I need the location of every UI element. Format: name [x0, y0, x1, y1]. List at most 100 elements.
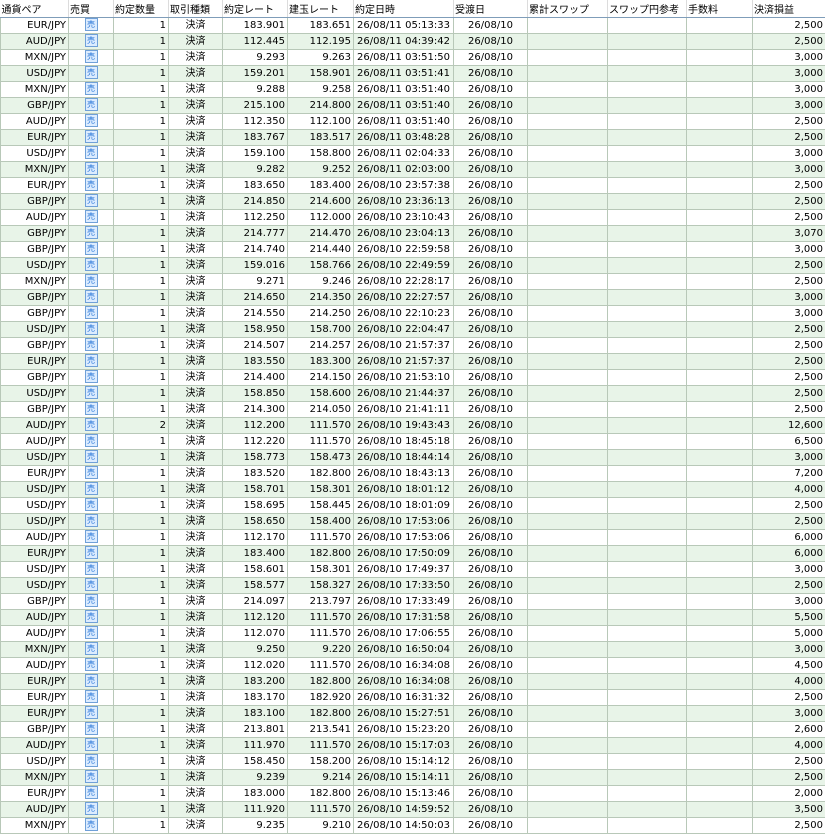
table-row[interactable]: AUD/JPY 売 2 決済 112.200 111.570 26/08/10 19:43:… — [0, 417, 825, 434]
table-row[interactable]: EUR/JPY 売 1 決済 183.767 183.517 26/08/11 03:48:… — [0, 129, 825, 146]
table-row[interactable]: GBP/JPY 売 1 決済 214.550 214.250 26/08/10 22:10:… — [0, 305, 825, 322]
table-row[interactable]: USD/JPY 売 1 決済 158.950 158.700 26/08/10 22:04:… — [0, 321, 825, 338]
table-row[interactable]: GBP/JPY 売 1 決済 214.300 214.050 26/08/10 21:41:… — [0, 401, 825, 418]
table-row[interactable]: USD/JPY 売 1 決済 158.650 158.400 26/08/10 17:53:… — [0, 513, 825, 530]
cell-settlement-date: 26/08/10 — [453, 529, 528, 546]
col-currency-pair[interactable]: 通貨ペア — [0, 0, 69, 18]
col-settlement-date[interactable]: 受渡日 — [453, 0, 528, 18]
cell-settlement-date: 26/08/10 — [453, 481, 528, 498]
table-row[interactable]: GBP/JPY 売 1 決済 214.777 214.470 26/08/10 23:04:… — [0, 225, 825, 242]
col-exec-rate[interactable]: 約定レート — [222, 0, 288, 18]
table-row[interactable]: AUD/JPY 売 1 決済 112.020 111.570 26/08/10 16:34:… — [0, 657, 825, 674]
table-row[interactable]: USD/JPY 売 1 決済 159.016 158.766 26/08/10 22:49:… — [0, 257, 825, 274]
cell-currency-pair: EUR/JPY — [0, 129, 69, 146]
cell-exec-datetime: 26/08/10 17:50:09 — [353, 545, 454, 562]
cell-side: 売 — [68, 513, 114, 530]
col-exec-datetime[interactable]: 約定日時 — [353, 0, 454, 18]
sell-badge: 売 — [84, 770, 98, 784]
cell-trade-type: 決済 — [168, 321, 223, 338]
col-side[interactable]: 売買 — [68, 0, 114, 18]
table-row[interactable]: EUR/JPY 売 1 決済 183.000 182.800 26/08/10 15:13:… — [0, 785, 825, 802]
col-trade-type[interactable]: 取引種類 — [168, 0, 223, 18]
table-row[interactable]: GBP/JPY 売 1 決済 214.507 214.257 26/08/10 21:57:… — [0, 337, 825, 354]
cell-settlement-date: 26/08/10 — [453, 17, 528, 34]
cell-settlement-date: 26/08/10 — [453, 449, 528, 466]
cell-side: 売 — [68, 17, 114, 34]
table-row[interactable]: USD/JPY 売 1 決済 159.100 158.800 26/08/11 02:04:… — [0, 145, 825, 162]
table-row[interactable]: GBP/JPY 売 1 決済 213.801 213.541 26/08/10 15:23:… — [0, 721, 825, 738]
col-quantity[interactable]: 約定数量 — [113, 0, 169, 18]
col-swap-yen-ref[interactable]: スワップ円参考 — [607, 0, 687, 18]
col-cumulative-swap[interactable]: 累計スワップ — [527, 0, 608, 18]
table-row[interactable]: AUD/JPY 売 1 決済 112.250 112.000 26/08/10 23:10:… — [0, 209, 825, 226]
table-row[interactable]: MXN/JPY 売 1 決済 9.293 9.263 26/08/11 03:51:50 26… — [0, 49, 825, 66]
table-row[interactable]: MXN/JPY 売 1 決済 9.288 9.258 26/08/11 03:51:40 26… — [0, 81, 825, 98]
cell-exec-datetime: 26/08/10 21:57:37 — [353, 337, 454, 354]
table-row[interactable]: USD/JPY 売 1 決済 159.201 158.901 26/08/11 03:51:… — [0, 65, 825, 82]
table-row[interactable]: USD/JPY 売 1 決済 158.601 158.301 26/08/10 17:49:… — [0, 561, 825, 578]
col-fee[interactable]: 手数料 — [686, 0, 753, 18]
table-row[interactable]: AUD/JPY 売 1 決済 111.970 111.570 26/08/10 15:17:… — [0, 737, 825, 754]
cell-swap-yen-ref — [607, 673, 687, 690]
cell-settlement-date: 26/08/10 — [453, 81, 528, 98]
table-row[interactable]: AUD/JPY 売 1 決済 112.445 112.195 26/08/11 04:39:… — [0, 33, 825, 50]
cell-cumulative-swap — [527, 33, 608, 50]
table-row[interactable]: EUR/JPY 売 1 決済 183.550 183.300 26/08/10 21:57:… — [0, 353, 825, 370]
table-row[interactable]: GBP/JPY 売 1 決済 214.850 214.600 26/08/10 23:36:… — [0, 193, 825, 210]
cell-settlement-date: 26/08/10 — [453, 497, 528, 514]
cell-swap-yen-ref — [607, 705, 687, 722]
table-row[interactable]: USD/JPY 売 1 決済 158.450 158.200 26/08/10 15:14:… — [0, 753, 825, 770]
table-row[interactable]: EUR/JPY 売 1 決済 183.520 182.800 26/08/10 18:43:… — [0, 465, 825, 482]
table-row[interactable]: USD/JPY 売 1 決済 158.695 158.445 26/08/10 18:01:… — [0, 497, 825, 514]
table-row[interactable]: MXN/JPY 売 1 決済 9.235 9.210 26/08/10 14:50:03 26… — [0, 817, 825, 834]
cell-settlement-date: 26/08/10 — [453, 161, 528, 178]
cell-pnl: 2,500 — [752, 321, 825, 338]
cell-exec-datetime: 26/08/11 03:51:40 — [353, 97, 454, 114]
table-row[interactable]: EUR/JPY 売 1 決済 183.170 182.920 26/08/10 16:31:… — [0, 689, 825, 706]
sell-badge: 売 — [84, 482, 98, 496]
table-row[interactable]: EUR/JPY 売 1 決済 183.901 183.651 26/08/11 05:13:… — [0, 17, 825, 34]
table-row[interactable]: AUD/JPY 売 1 決済 112.170 111.570 26/08/10 17:53:… — [0, 529, 825, 546]
table-row[interactable]: AUD/JPY 売 1 決済 112.120 111.570 26/08/10 17:31:… — [0, 609, 825, 626]
cell-position-rate: 183.300 — [287, 353, 354, 370]
cell-pnl: 3,000 — [752, 81, 825, 98]
cell-fee — [686, 305, 753, 322]
cell-exec-rate: 158.701 — [222, 481, 288, 498]
cell-currency-pair: AUD/JPY — [0, 417, 69, 434]
table-row[interactable]: EUR/JPY 売 1 決済 183.100 182.800 26/08/10 15:27:… — [0, 705, 825, 722]
table-row[interactable]: GBP/JPY 売 1 決済 214.740 214.440 26/08/10 22:59:… — [0, 241, 825, 258]
col-position-rate[interactable]: 建玉レート — [287, 0, 354, 18]
cell-cumulative-swap — [527, 641, 608, 658]
table-row[interactable]: GBP/JPY 売 1 決済 214.650 214.350 26/08/10 22:27:… — [0, 289, 825, 306]
table-row[interactable]: AUD/JPY 売 1 決済 112.070 111.570 26/08/10 17:06:… — [0, 625, 825, 642]
cell-swap-yen-ref — [607, 625, 687, 642]
table-row[interactable]: GBP/JPY 売 1 決済 214.097 213.797 26/08/10 17:33:… — [0, 593, 825, 610]
cell-exec-rate: 158.450 — [222, 753, 288, 770]
col-pnl[interactable]: 決済損益 — [752, 0, 825, 18]
table-row[interactable]: EUR/JPY 売 1 決済 183.650 183.400 26/08/10 23:57:… — [0, 177, 825, 194]
cell-trade-type: 決済 — [168, 625, 223, 642]
cell-cumulative-swap — [527, 753, 608, 770]
table-row[interactable]: AUD/JPY 売 1 決済 112.350 112.100 26/08/11 03:51:… — [0, 113, 825, 130]
table-row[interactable]: EUR/JPY 売 1 決済 183.400 182.800 26/08/10 17:50:… — [0, 545, 825, 562]
cell-side: 売 — [68, 625, 114, 642]
cell-exec-datetime: 26/08/10 22:49:59 — [353, 257, 454, 274]
table-row[interactable]: GBP/JPY 売 1 決済 215.100 214.800 26/08/11 03:51:… — [0, 97, 825, 114]
cell-quantity: 1 — [113, 561, 169, 578]
table-row[interactable]: AUD/JPY 売 1 決済 112.220 111.570 26/08/10 18:45:… — [0, 433, 825, 450]
cell-quantity: 1 — [113, 817, 169, 834]
table-row[interactable]: MXN/JPY 売 1 決済 9.239 9.214 26/08/10 15:14:11 26… — [0, 769, 825, 786]
table-row[interactable]: USD/JPY 売 1 決済 158.850 158.600 26/08/10 21:44:… — [0, 385, 825, 402]
table-row[interactable]: USD/JPY 売 1 決済 158.773 158.473 26/08/10 18:44:… — [0, 449, 825, 466]
table-row[interactable]: USD/JPY 売 1 決済 158.577 158.327 26/08/10 17:33:… — [0, 577, 825, 594]
table-row[interactable]: MXN/JPY 売 1 決済 9.282 9.252 26/08/11 02:03:00 26… — [0, 161, 825, 178]
cell-quantity: 1 — [113, 129, 169, 146]
sell-badge: 売 — [84, 354, 98, 368]
table-row[interactable]: EUR/JPY 売 1 決済 183.200 182.800 26/08/10 16:34:… — [0, 673, 825, 690]
table-row[interactable]: MXN/JPY 売 1 決済 9.250 9.220 26/08/10 16:50:04 26… — [0, 641, 825, 658]
table-row[interactable]: MXN/JPY 売 1 決済 9.271 9.246 26/08/10 22:28:17 26… — [0, 273, 825, 290]
table-row[interactable]: USD/JPY 売 1 決済 158.701 158.301 26/08/10 18:01:… — [0, 481, 825, 498]
table-row[interactable]: AUD/JPY 売 1 決済 111.920 111.570 26/08/10 14:59:… — [0, 801, 825, 818]
table-row[interactable]: GBP/JPY 売 1 決済 214.400 214.150 26/08/10 21:53:… — [0, 369, 825, 386]
sell-badge: 売 — [84, 578, 98, 592]
